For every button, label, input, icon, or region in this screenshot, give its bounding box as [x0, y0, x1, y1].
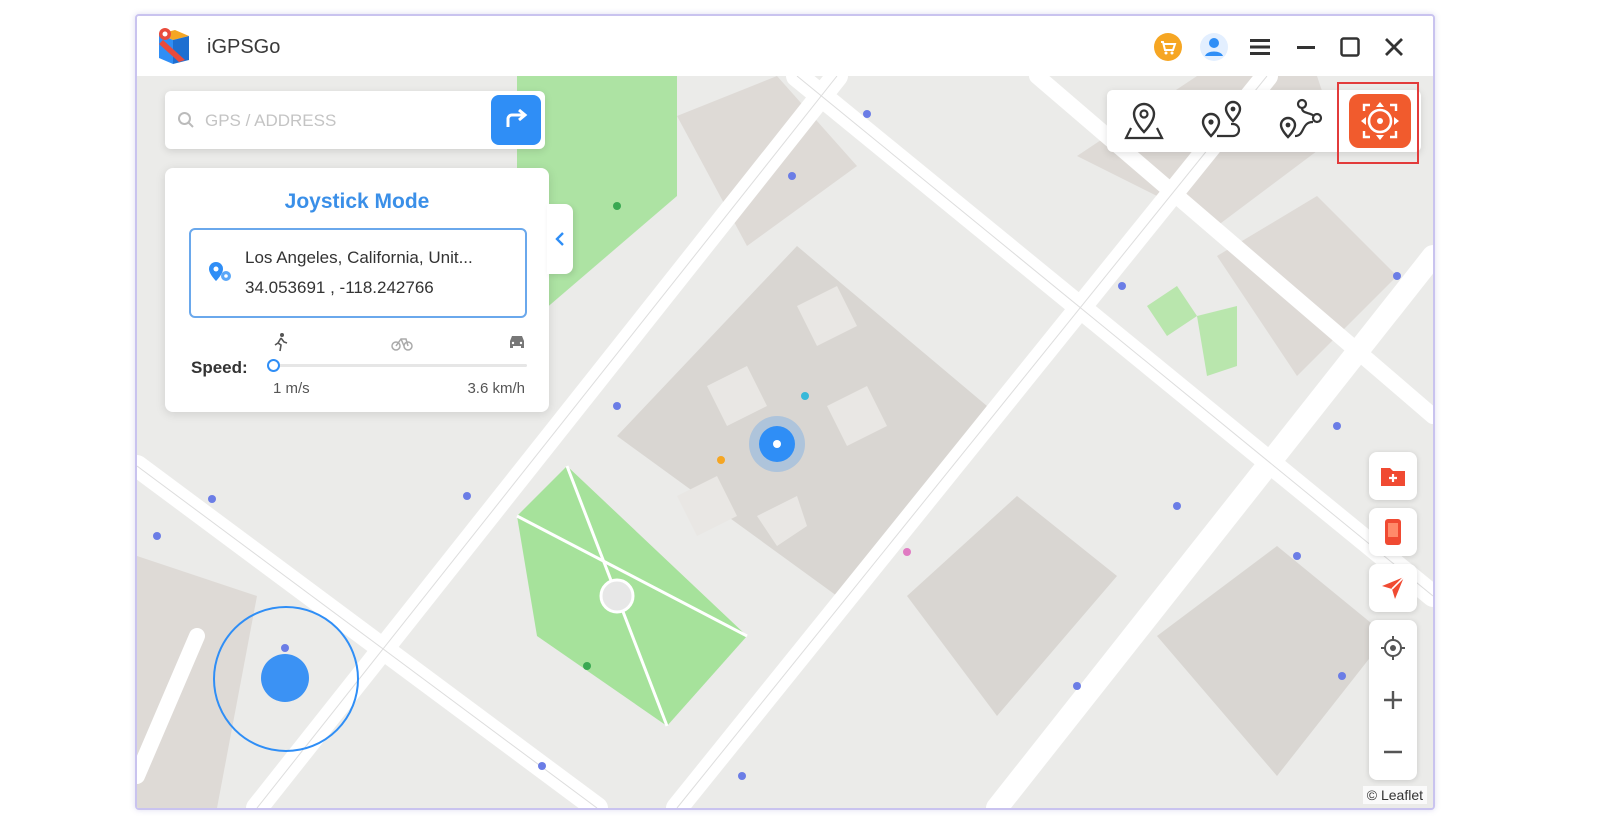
speed-slider[interactable]	[267, 359, 527, 372]
user-icon[interactable]	[1199, 32, 1229, 62]
zoom-out-icon[interactable]	[1369, 726, 1417, 778]
favorites-folder-icon[interactable]	[1369, 452, 1417, 500]
teleport-icon[interactable]	[1115, 96, 1173, 146]
walk-icon[interactable]	[273, 332, 289, 357]
search-icon	[177, 111, 195, 134]
location-info: Los Angeles, California, Unit... 34.0536…	[189, 228, 527, 318]
redirect-arrow-icon	[506, 108, 528, 127]
locate-icon[interactable]	[1369, 622, 1417, 674]
multi-spot-icon[interactable]	[1271, 96, 1329, 146]
location-coordinates: 34.053691 , -118.242766	[245, 278, 434, 297]
speed-label: Speed:	[191, 358, 248, 377]
cart-icon[interactable]	[1153, 32, 1183, 62]
collapse-panel-button[interactable]	[547, 204, 573, 274]
zoom-in-icon[interactable]	[1369, 674, 1417, 726]
joystick-panel: Joystick Mode Los Angeles, California, U…	[165, 168, 549, 412]
app-window: iGPSGo GPS / ADDRESS Joystick Mode Los A…	[135, 14, 1435, 810]
bike-icon[interactable]	[391, 332, 413, 357]
device-icon[interactable]	[1369, 508, 1417, 556]
map-view[interactable]: Joystick Mode Los Angeles, California, U…	[137, 76, 1433, 808]
pin-dot	[773, 440, 781, 448]
maximize-icon[interactable]	[1335, 32, 1365, 62]
search-input[interactable]	[203, 105, 487, 137]
speed-max-label: 3.6 km/h	[467, 380, 525, 397]
search-bar	[165, 91, 545, 149]
joystick-mode-highlight	[1337, 82, 1419, 164]
map-attribution[interactable]: © Leaflet	[1362, 786, 1427, 804]
two-spot-icon[interactable]	[1193, 96, 1251, 146]
car-icon[interactable]	[507, 332, 527, 355]
go-button[interactable]	[491, 95, 541, 145]
speed-slider-thumb[interactable]	[267, 359, 280, 372]
app-title: iGPSGo	[207, 36, 281, 58]
location-pin-icon	[207, 260, 233, 289]
chevron-left-icon	[555, 232, 564, 246]
close-icon[interactable]	[1379, 32, 1409, 62]
location-name: Los Angeles, California, Unit...	[245, 248, 473, 267]
title-bar: iGPSGo	[137, 16, 1433, 76]
minimize-icon[interactable]	[1291, 32, 1321, 62]
zoom-controls	[1369, 620, 1417, 780]
app-logo-icon	[155, 26, 191, 66]
joystick-knob[interactable]	[261, 654, 309, 702]
current-location-pin[interactable]	[759, 426, 795, 462]
menu-icon[interactable]	[1245, 32, 1275, 62]
send-location-icon[interactable]	[1369, 564, 1417, 612]
panel-title: Joystick Mode	[284, 190, 430, 213]
speed-min-label: 1 m/s	[273, 380, 310, 397]
